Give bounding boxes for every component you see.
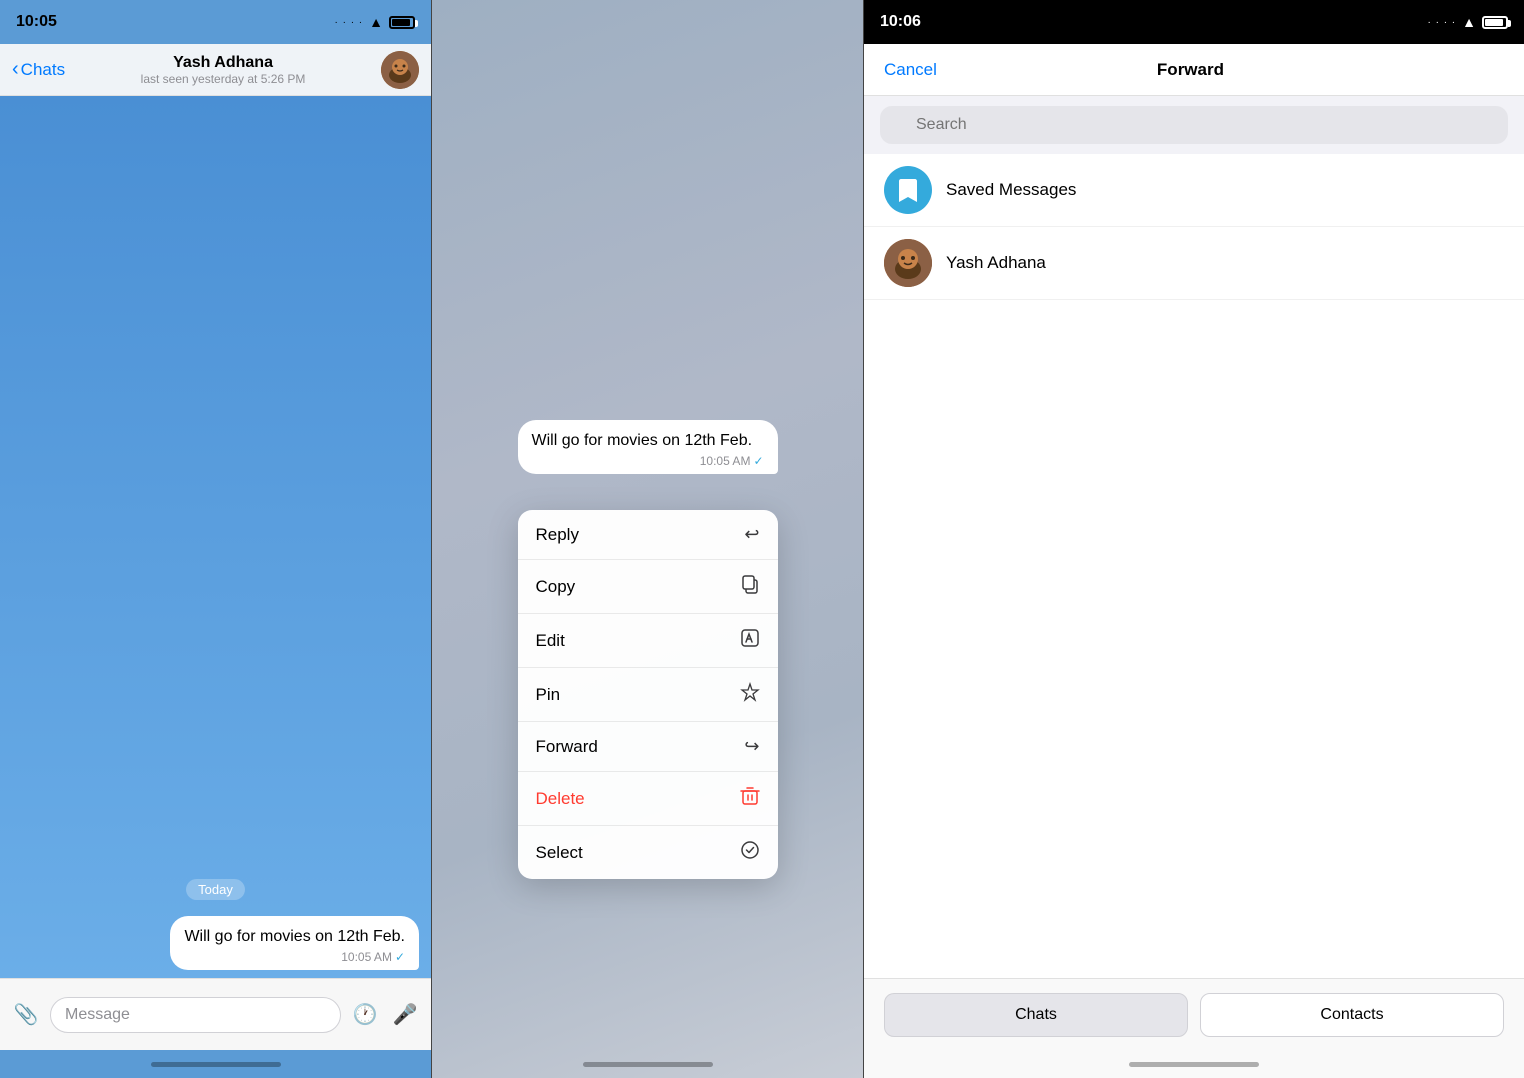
context-home-indicator: [432, 1050, 863, 1078]
forward-list: Saved Messages Yash Adhana: [864, 154, 1524, 978]
forward-panel: 10:06 · · · · ▲ .battery-icon::after{ ba…: [864, 0, 1524, 1078]
forward-icon: ↪︎: [744, 736, 759, 757]
context-read-receipt: ✓: [753, 454, 763, 468]
edit-label: Edit: [536, 631, 565, 651]
back-chevron-icon: ‹: [12, 58, 19, 81]
message-input[interactable]: Message: [50, 997, 341, 1033]
forward-bottom-tabs: Chats Contacts: [864, 978, 1524, 1050]
yash-adhana-name: Yash Adhana: [946, 253, 1046, 273]
message-time: 10:05 AM: [341, 950, 392, 964]
chat-nav-bar: ‹ Chats Yash Adhana last seen yesterday …: [0, 44, 431, 96]
delete-label: Delete: [536, 789, 585, 809]
search-wrapper: 🔍: [880, 106, 1508, 144]
date-badge: Today: [12, 879, 419, 900]
search-input[interactable]: [880, 106, 1508, 144]
saved-messages-name: Saved Messages: [946, 180, 1076, 200]
context-menu-forward[interactable]: Forward ↪︎: [518, 722, 778, 772]
forward-label: Forward: [536, 737, 598, 757]
pin-icon: [740, 682, 760, 707]
context-menu-copy[interactable]: Copy: [518, 560, 778, 614]
forward-wifi-icon: ▲: [1462, 14, 1476, 30]
message-bubble: Will go for movies on 12th Feb. 10:05 AM…: [170, 916, 419, 970]
copy-icon: [740, 574, 760, 599]
yash-avatar-svg: [884, 239, 932, 287]
forward-home-indicator: [864, 1050, 1524, 1078]
signal-icon: · · · ·: [334, 17, 363, 28]
message-placeholder: Message: [65, 1006, 130, 1024]
message-meta: 10:05 AM ✓: [184, 950, 405, 964]
read-receipt-icon: ✓: [395, 950, 405, 964]
delete-icon: [740, 786, 760, 811]
attachment-button[interactable]: 📎: [10, 999, 42, 1031]
chats-tab[interactable]: Chats: [884, 993, 1188, 1037]
chat-nav-center: Yash Adhana last seen yesterday at 5:26 …: [73, 54, 373, 86]
back-button[interactable]: ‹ Chats: [12, 58, 65, 81]
reply-label: Reply: [536, 525, 579, 545]
context-message-text: Will go for movies on 12th Feb.: [532, 430, 764, 452]
context-message-bubble: Will go for movies on 12th Feb. 10:05 AM…: [518, 420, 778, 474]
wifi-icon: ▲: [369, 14, 383, 30]
context-menu-edit[interactable]: Edit: [518, 614, 778, 668]
status-time: 10:05: [16, 13, 57, 31]
context-menu-reply[interactable]: Reply ↩︎: [518, 510, 778, 560]
chat-panel: 10:05 · · · · ▲ ‹ Chats Yash Adhana last…: [0, 0, 432, 1078]
forward-search-bar: 🔍: [864, 96, 1524, 154]
reply-icon: ↩︎: [744, 524, 759, 545]
date-badge-text: Today: [186, 879, 245, 900]
status-bar: 10:05 · · · · ▲: [0, 0, 431, 44]
bookmark-svg: [893, 175, 923, 205]
chat-input-bar: 📎 Message 🕐 🎤: [0, 978, 431, 1050]
chat-body: Today Will go for movies on 12th Feb. 10…: [0, 96, 431, 978]
home-indicator: [0, 1050, 431, 1078]
avatar-image: [381, 51, 419, 89]
copy-label: Copy: [536, 577, 576, 597]
forward-status-time: 10:06: [880, 13, 921, 31]
context-menu-select[interactable]: Select: [518, 826, 778, 879]
contact-name: Yash Adhana: [173, 54, 273, 72]
contact-avatar[interactable]: [381, 51, 419, 89]
forward-status-bar: 10:06 · · · · ▲ .battery-icon::after{ ba…: [864, 0, 1524, 44]
status-icons: · · · · ▲: [334, 14, 415, 30]
select-icon: [740, 840, 760, 865]
sticker-button[interactable]: 🕐: [349, 999, 381, 1031]
forward-home-bar: [1129, 1062, 1259, 1067]
select-label: Select: [536, 843, 583, 863]
back-label: Chats: [21, 60, 65, 80]
list-item-saved-messages[interactable]: Saved Messages: [864, 154, 1524, 227]
cancel-button[interactable]: Cancel: [884, 60, 937, 80]
context-menu-pin[interactable]: Pin: [518, 668, 778, 722]
forward-title: Forward: [1157, 60, 1224, 80]
avatar-svg: [381, 51, 419, 89]
edit-icon: [740, 628, 760, 653]
context-menu: Reply ↩︎ Copy Edit: [518, 510, 778, 879]
context-message-time: 10:05 AM: [700, 454, 751, 468]
forward-status-icons: · · · · ▲ .battery-icon::after{ backgrou…: [1427, 14, 1508, 30]
message-text: Will go for movies on 12th Feb.: [184, 926, 405, 948]
context-panel: Will go for movies on 12th Feb. 10:05 AM…: [432, 0, 864, 1078]
list-item-yash-adhana[interactable]: Yash Adhana: [864, 227, 1524, 300]
context-home-bar: [583, 1062, 713, 1067]
yash-avatar: [884, 239, 932, 287]
forward-battery-icon: .battery-icon::after{ background: #fff; …: [1482, 16, 1508, 29]
saved-messages-avatar: [884, 166, 932, 214]
contact-status: last seen yesterday at 5:26 PM: [141, 72, 306, 86]
forward-nav-bar: Cancel Forward: [864, 44, 1524, 96]
battery-icon: [389, 16, 415, 29]
contacts-tab[interactable]: Contacts: [1200, 993, 1504, 1037]
context-menu-delete[interactable]: Delete: [518, 772, 778, 826]
context-message-meta: 10:05 AM ✓: [532, 454, 764, 468]
voice-button[interactable]: 🎤: [389, 999, 421, 1031]
pin-label: Pin: [536, 685, 561, 705]
home-bar: [151, 1062, 281, 1067]
forward-signal-icon: · · · ·: [1427, 17, 1456, 28]
